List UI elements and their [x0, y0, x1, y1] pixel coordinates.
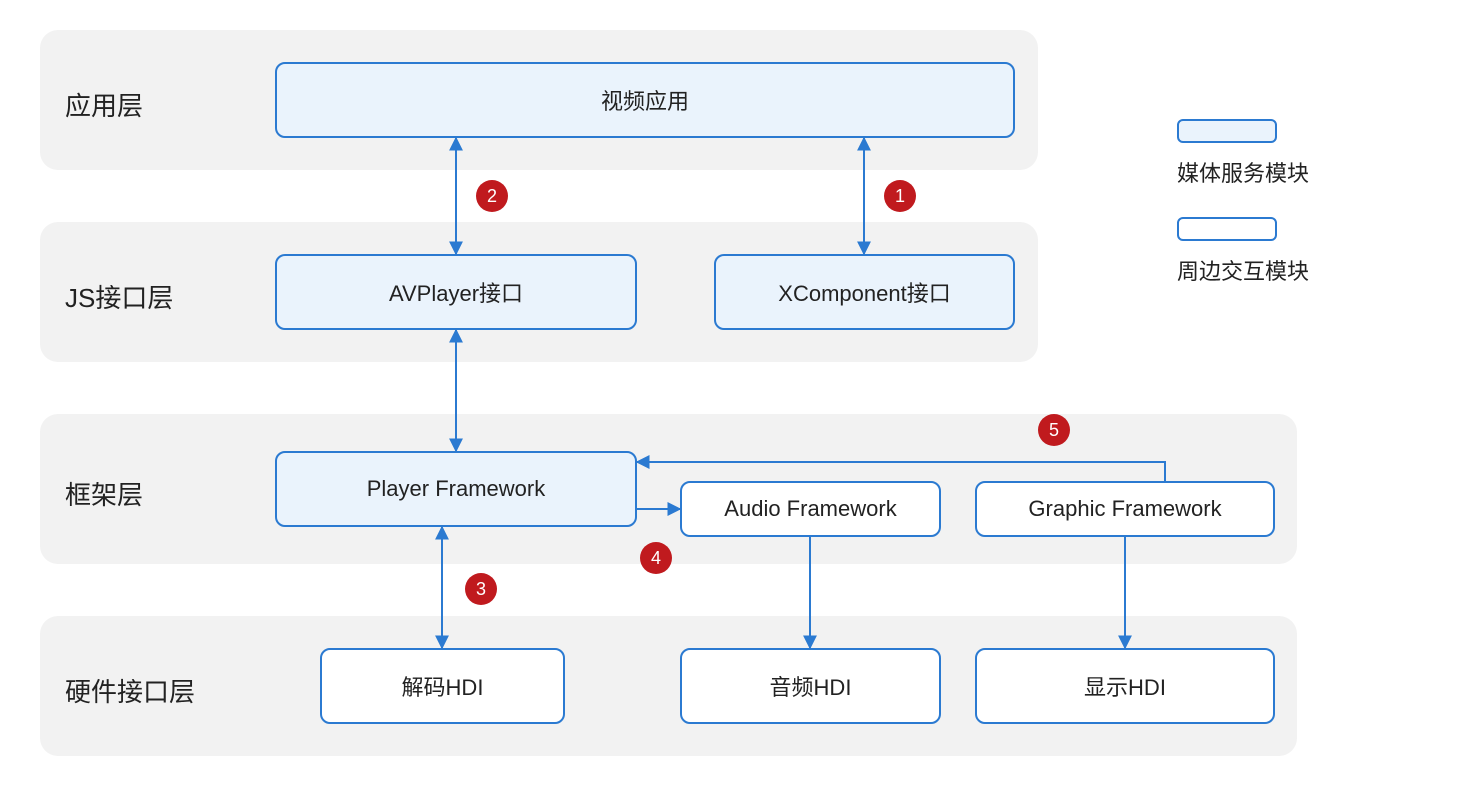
badge-5: 5 — [1038, 414, 1070, 446]
node-audio-fw: Audio Framework — [680, 481, 941, 537]
node-video-app: 视频应用 — [275, 62, 1015, 138]
node-display-hdi: 显示HDI — [975, 648, 1275, 724]
legend-text-peripheral: 周边交互模块 — [1177, 254, 1309, 286]
node-audio-hdi: 音频HDI — [680, 648, 941, 724]
legend-text-media: 媒体服务模块 — [1177, 156, 1309, 188]
layer-label-js: JS接口层 — [65, 278, 173, 315]
badge-4: 4 — [640, 542, 672, 574]
layer-label-framework: 框架层 — [65, 475, 143, 512]
node-avplayer: AVPlayer接口 — [275, 254, 637, 330]
badge-3: 3 — [465, 573, 497, 605]
legend-swatch-media — [1177, 119, 1277, 143]
node-xcomponent: XComponent接口 — [714, 254, 1015, 330]
architecture-diagram: 应用层 JS接口层 框架层 硬件接口层 视频应用 AVPlayer接口 XCom… — [0, 0, 1468, 786]
node-player-fw: Player Framework — [275, 451, 637, 527]
node-decode-hdi: 解码HDI — [320, 648, 565, 724]
layer-label-app: 应用层 — [65, 86, 143, 123]
legend-swatch-peripheral — [1177, 217, 1277, 241]
node-graphic-fw: Graphic Framework — [975, 481, 1275, 537]
badge-1: 1 — [884, 180, 916, 212]
badge-2: 2 — [476, 180, 508, 212]
layer-label-hardware: 硬件接口层 — [65, 672, 195, 709]
